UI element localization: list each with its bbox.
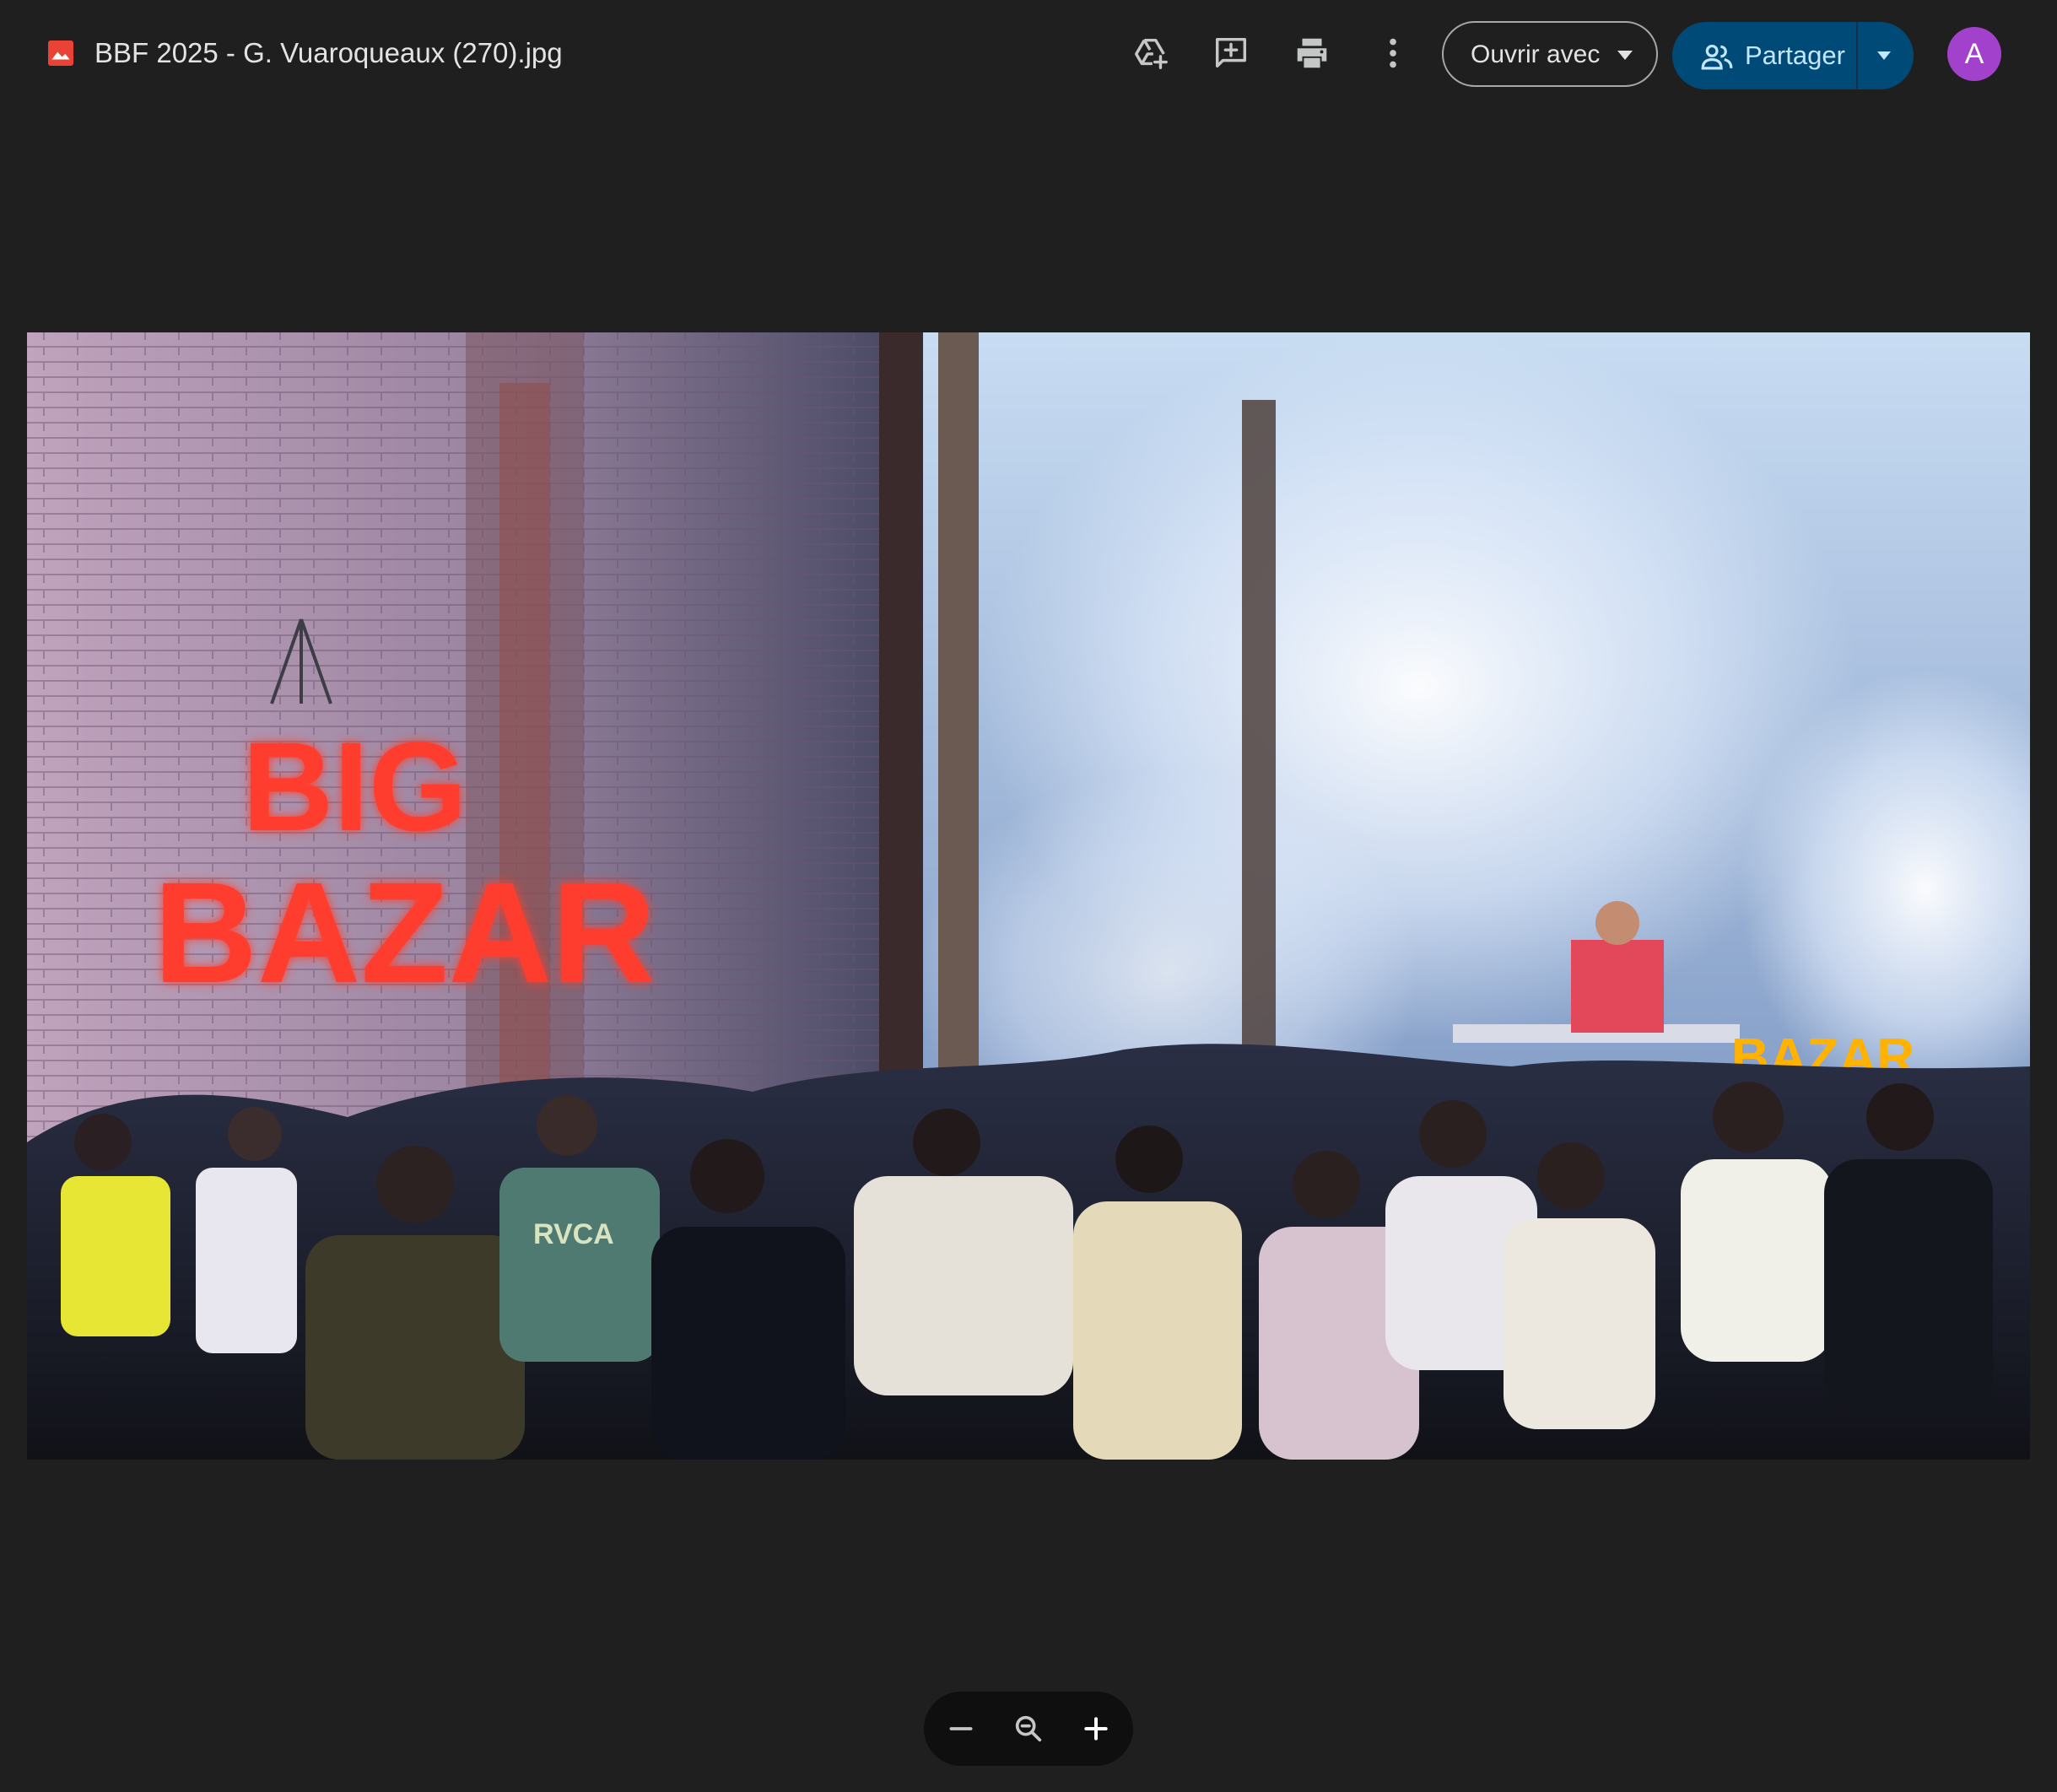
share-options-button[interactable] xyxy=(1858,22,1914,89)
zoom-reset-button[interactable] xyxy=(1002,1702,1055,1756)
more-vert-icon xyxy=(1390,38,1396,68)
minus-icon xyxy=(949,1727,973,1730)
print-icon xyxy=(1297,38,1327,68)
chevron-down-icon xyxy=(1617,51,1633,60)
plus-icon xyxy=(1084,1717,1108,1741)
zoom-icon xyxy=(1015,1715,1042,1742)
zoom-controls xyxy=(924,1692,1133,1766)
open-with-button[interactable]: Ouvrir avec xyxy=(1442,21,1658,87)
image-preview: BIG BAZAR BAZAR RVCA xyxy=(27,332,2030,1460)
people-icon xyxy=(1701,44,1733,70)
open-with-label: Ouvrir avec xyxy=(1471,40,1601,68)
share-button-group: Partager xyxy=(1672,22,1914,89)
zoom-in-button[interactable] xyxy=(1069,1702,1123,1756)
share-label: Partager xyxy=(1745,40,1845,70)
comment-add-icon xyxy=(1215,37,1247,68)
more-actions-button[interactable] xyxy=(1365,25,1421,81)
share-button[interactable]: Partager xyxy=(1672,22,1856,89)
image-file-icon xyxy=(48,40,73,66)
file-title: BBF 2025 - G. Vuaroqueaux (270).jpg xyxy=(94,37,563,68)
account-avatar[interactable]: A xyxy=(1947,27,2001,81)
add-comment-button[interactable] xyxy=(1203,25,1259,81)
neon-sign-line2: BAZAR xyxy=(154,853,656,1013)
neon-sign-line1: BIG xyxy=(242,715,467,857)
print-button[interactable] xyxy=(1284,25,1340,81)
tshirt-print: RVCA xyxy=(533,1218,614,1250)
viewer-header: BBF 2025 - G. Vuaroqueaux (270).jpg Ouvr… xyxy=(0,0,2057,108)
drive-add-icon xyxy=(1134,38,1168,69)
chevron-down-icon xyxy=(1877,51,1891,60)
add-to-drive-button[interactable] xyxy=(1122,25,1178,81)
zoom-out-button[interactable] xyxy=(934,1702,988,1756)
